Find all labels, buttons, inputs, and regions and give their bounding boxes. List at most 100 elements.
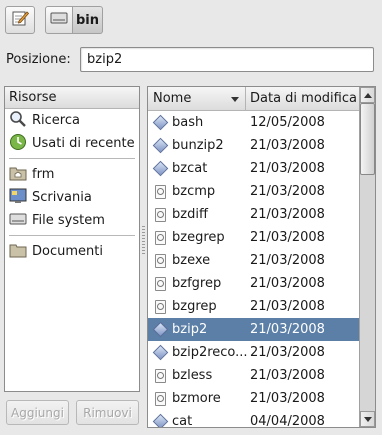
vertical-scrollbar[interactable]: [359, 87, 375, 427]
place-label: Documenti: [32, 244, 103, 259]
scroll-down-button[interactable]: [360, 411, 375, 427]
script-icon: [148, 230, 172, 245]
place-home[interactable]: frm: [5, 163, 139, 186]
path-current-folder-button[interactable]: bin: [73, 6, 103, 34]
place-recent[interactable]: Usati di recente: [5, 132, 139, 155]
file-date: 21/03/2008: [250, 230, 325, 245]
places-panel: Risorse Ricerca Usati di recente frm Scr…: [4, 86, 140, 392]
place-desktop[interactable]: Scrivania: [5, 186, 139, 209]
executable-icon: [148, 344, 172, 361]
sort-descending-icon: [231, 97, 239, 102]
file-name: cat: [172, 414, 193, 428]
file-row[interactable]: bzfgrep 21/03/2008: [148, 272, 360, 295]
file-row[interactable]: bzless 21/03/2008: [148, 364, 360, 387]
file-date: 21/03/2008: [250, 184, 325, 199]
file-row[interactable]: bzcat 21/03/2008: [148, 157, 360, 180]
file-date: 21/03/2008: [250, 138, 325, 153]
edit-pencil-icon: [11, 9, 30, 31]
file-name: bzip2: [172, 322, 208, 337]
file-name: bzcat: [172, 161, 208, 176]
file-name: bzless: [172, 368, 213, 383]
place-search[interactable]: Ricerca: [5, 109, 139, 132]
file-name: bzdiff: [172, 207, 208, 222]
file-date: 21/03/2008: [250, 368, 325, 383]
file-row[interactable]: bzdiff 21/03/2008: [148, 203, 360, 226]
file-name: bunzip2: [172, 138, 224, 153]
file-name: bzgrep: [172, 299, 217, 314]
places-separator: [9, 235, 135, 236]
column-date-header[interactable]: Data di modifica: [246, 87, 375, 110]
file-date: 04/04/2008: [250, 414, 325, 428]
drive-icon: [9, 212, 27, 230]
script-icon: [148, 276, 172, 291]
executable-icon: [148, 114, 172, 131]
column-name-label: Nome: [153, 91, 192, 106]
script-icon: [148, 207, 172, 222]
place-label: Scrivania: [32, 190, 92, 205]
file-list-header: Nome Data di modifica: [148, 87, 375, 111]
arrow-up-icon: [363, 92, 372, 98]
remove-bookmark-button[interactable]: Rimuovi: [76, 400, 139, 425]
file-date: 21/03/2008: [250, 253, 325, 268]
executable-icon: [148, 321, 172, 338]
file-row[interactable]: cat 04/04/2008: [148, 410, 360, 428]
place-label: frm: [32, 167, 55, 182]
edit-location-button[interactable]: [5, 6, 35, 34]
location-label: Posizione:: [6, 52, 71, 67]
file-name: bzexe: [172, 253, 211, 268]
desktop-icon: [9, 188, 27, 208]
file-row[interactable]: bzip2reco... 21/03/2008: [148, 341, 360, 364]
script-icon: [148, 368, 172, 383]
scroll-up-button[interactable]: [360, 87, 375, 103]
pane-resize-handle[interactable]: [142, 226, 145, 256]
script-icon: [148, 253, 172, 268]
executable-icon: [148, 413, 172, 427]
add-bookmark-button[interactable]: Aggiungi: [6, 400, 69, 425]
path-root-button[interactable]: [45, 6, 73, 34]
file-list: Nome Data di modifica bash 12/05/2008 bunz…: [147, 86, 376, 428]
file-name: bzmore: [172, 391, 221, 406]
file-name: bzcmp: [172, 184, 216, 199]
file-name: bzfgrep: [172, 276, 222, 291]
file-row[interactable]: bunzip2 21/03/2008: [148, 134, 360, 157]
search-icon: [9, 110, 27, 132]
column-name-header[interactable]: Nome: [148, 87, 246, 110]
place-label: Ricerca: [32, 113, 80, 128]
folder-icon: [9, 242, 27, 262]
file-date: 21/03/2008: [250, 345, 325, 360]
file-date: 21/03/2008: [250, 322, 325, 337]
file-date: 21/03/2008: [250, 276, 325, 291]
file-name: bash: [172, 115, 204, 130]
file-rows: bash 12/05/2008 bunzip2 21/03/2008 bzcat 21/0…: [148, 111, 360, 428]
file-date: 21/03/2008: [250, 391, 325, 406]
path-bar: bin: [45, 6, 103, 34]
drive-icon: [50, 11, 68, 29]
arrow-down-icon: [363, 416, 372, 422]
place-label: File system: [32, 213, 105, 228]
file-date: 12/05/2008: [250, 115, 325, 130]
scrollbar-thumb[interactable]: [360, 103, 375, 175]
script-icon: [148, 299, 172, 314]
file-name: bzegrep: [172, 230, 225, 245]
file-date: 21/03/2008: [250, 161, 325, 176]
place-filesystem[interactable]: File system: [5, 209, 139, 232]
executable-icon: [148, 160, 172, 177]
file-row[interactable]: bzmore 21/03/2008: [148, 387, 360, 410]
file-name: bzip2reco...: [172, 345, 248, 360]
place-label: Usati di recente: [32, 136, 135, 151]
file-date: 21/03/2008: [250, 207, 325, 222]
file-row[interactable]: bash 12/05/2008: [148, 111, 360, 134]
places-header[interactable]: Risorse: [5, 87, 139, 109]
location-input[interactable]: bzip2: [80, 47, 374, 72]
place-documents[interactable]: Documenti: [5, 240, 139, 263]
file-row[interactable]: bzegrep 21/03/2008: [148, 226, 360, 249]
file-date: 21/03/2008: [250, 299, 325, 314]
file-row[interactable]: bzgrep 21/03/2008: [148, 295, 360, 318]
script-icon: [148, 184, 172, 199]
executable-icon: [148, 137, 172, 154]
file-row[interactable]: bzexe 21/03/2008: [148, 249, 360, 272]
file-row[interactable]: bzip2 21/03/2008: [148, 318, 360, 341]
script-icon: [148, 391, 172, 406]
places-separator: [9, 158, 135, 159]
file-row[interactable]: bzcmp 21/03/2008: [148, 180, 360, 203]
